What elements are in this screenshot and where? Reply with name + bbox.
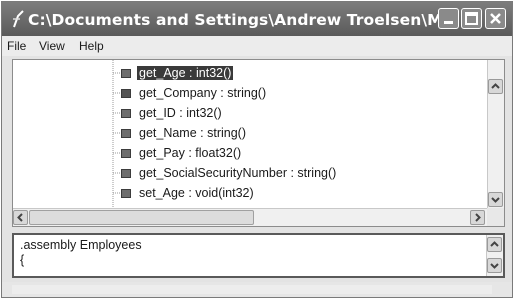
method-icon bbox=[121, 169, 131, 178]
code-line: { bbox=[20, 253, 25, 267]
tree-node-label: get_Pay : float32() bbox=[139, 146, 242, 160]
scroll-right-button[interactable] bbox=[470, 210, 485, 225]
code-scroll-down-button[interactable] bbox=[487, 258, 502, 273]
tree-horizontal-scrollbar[interactable] bbox=[13, 208, 487, 226]
scroll-up-button[interactable] bbox=[488, 79, 503, 94]
chevron-down-icon bbox=[490, 263, 499, 269]
method-icon bbox=[121, 109, 131, 118]
metadata-tree-view[interactable]: get_Age : int32() get_Company : string()… bbox=[12, 59, 505, 227]
static-method-icon bbox=[121, 89, 131, 98]
menu-view[interactable]: View bbox=[39, 39, 65, 53]
scroll-left-button[interactable] bbox=[13, 210, 28, 225]
tree-vertical-scrollbar[interactable] bbox=[487, 60, 504, 209]
tree-node-label: set_Age : void(int32) bbox=[139, 186, 254, 200]
method-icon bbox=[121, 149, 131, 158]
menu-bar: File View Help bbox=[2, 36, 512, 56]
app-icon bbox=[13, 10, 24, 28]
chevron-right-icon bbox=[475, 213, 481, 222]
tree-node-label: get_SocialSecurityNumber : string() bbox=[139, 166, 337, 180]
status-bar-field bbox=[12, 285, 492, 294]
code-scroll-up-button[interactable] bbox=[487, 237, 502, 252]
close-button[interactable] bbox=[485, 8, 506, 29]
il-code-view[interactable]: .assembly Employees { bbox=[12, 233, 505, 278]
tree-node-label: get_Company : string() bbox=[139, 86, 267, 100]
menu-help[interactable]: Help bbox=[79, 39, 104, 53]
menu-file[interactable]: File bbox=[7, 39, 26, 53]
scrollbar-corner bbox=[487, 208, 504, 226]
chevron-left-icon bbox=[17, 213, 23, 222]
maximize-button[interactable] bbox=[461, 8, 482, 29]
close-icon bbox=[490, 13, 501, 24]
tree-node-label: get_ID : int32() bbox=[139, 106, 222, 120]
tree-node-label: get_Name : string() bbox=[139, 126, 246, 140]
minimize-button[interactable] bbox=[438, 8, 459, 29]
ildasm-window: C:\Documents and Settings\Andrew Troelse… bbox=[1, 1, 513, 298]
code-vertical-scrollbar[interactable] bbox=[486, 235, 503, 276]
title-bar[interactable]: C:\Documents and Settings\Andrew Troelse… bbox=[2, 2, 512, 36]
chevron-up-icon bbox=[490, 241, 499, 247]
tree-node-label: get_Age : int32() bbox=[137, 66, 234, 80]
tree-connector-lines bbox=[112, 60, 121, 220]
method-icon bbox=[121, 69, 131, 78]
code-line: .assembly Employees bbox=[20, 238, 142, 252]
method-icon bbox=[121, 189, 131, 198]
status-bar bbox=[2, 282, 512, 297]
minimize-icon bbox=[444, 21, 453, 24]
maximize-icon bbox=[465, 12, 478, 25]
chevron-up-icon bbox=[491, 83, 500, 89]
window-title: C:\Documents and Settings\Andrew Troelse… bbox=[28, 11, 438, 29]
chevron-down-icon bbox=[491, 197, 500, 203]
il-code-text: .assembly Employees { bbox=[20, 238, 142, 268]
scroll-down-button[interactable] bbox=[488, 192, 503, 207]
method-icon bbox=[121, 129, 131, 138]
horizontal-scroll-thumb[interactable] bbox=[29, 210, 254, 225]
